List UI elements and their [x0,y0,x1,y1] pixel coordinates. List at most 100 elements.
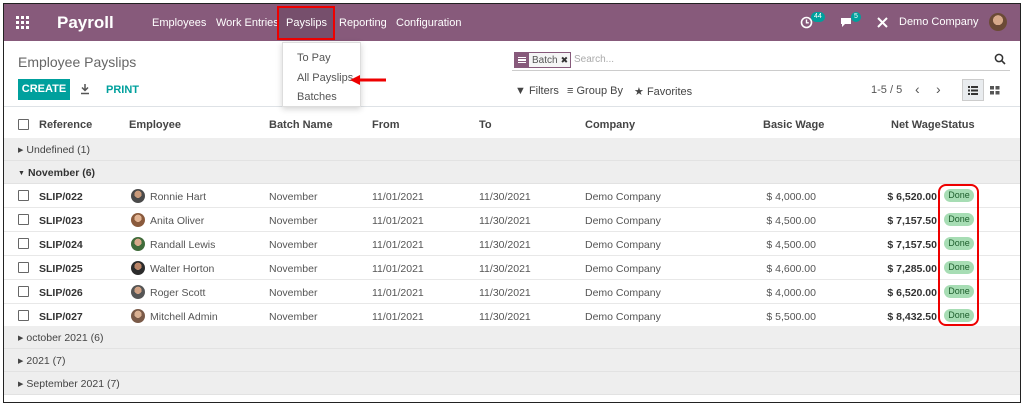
group-by-button[interactable]: ≡ Group By [567,85,623,97]
table-row[interactable]: SLIP/027 Mitchell Admin November 11/01/2021… [4,304,1020,328]
dropdown-item-all-payslips[interactable]: All Payslips [297,72,353,84]
create-button[interactable]: CREATE [18,79,70,100]
group-row-november[interactable]: ▼ November (6) [4,161,1020,184]
group-row-undefined[interactable]: ▶ Undefined (1) [4,138,1020,161]
dropdown-item-batches[interactable]: Batches [297,91,337,103]
table-row[interactable]: SLIP/023 Anita Oliver November 11/01/2021 11… [4,208,1020,232]
search-icon[interactable] [994,53,1006,65]
column-net-wage[interactable]: Net Wage [891,119,941,131]
app-title[interactable]: Payroll [57,13,114,33]
cell-employee[interactable]: Mitchell Admin [150,311,218,323]
column-status[interactable]: Status [941,119,975,131]
column-company[interactable]: Company [585,119,635,131]
column-batch-name[interactable]: Batch Name [269,119,333,131]
cell-employee[interactable]: Ronnie Hart [150,191,206,203]
print-button[interactable]: PRINT [106,84,139,96]
cell-company[interactable]: Demo Company [585,215,661,227]
activity-count-badge: 44 [811,12,825,22]
menu-reporting[interactable]: Reporting [339,17,387,29]
page-title: Employee Payslips [18,54,137,70]
select-all-checkbox[interactable] [18,119,29,130]
employee-avatar [131,237,145,251]
menu-configuration[interactable]: Configuration [396,17,461,29]
caret-right-icon: ▶ [18,381,24,388]
row-checkbox[interactable] [18,214,29,225]
search-bar: Batch ✖ Search... [512,49,1010,71]
cell-batch-name[interactable]: November [269,191,317,203]
cell-net-wage: $ 7,285.00 [887,263,937,275]
employee-avatar [131,309,145,323]
column-to[interactable]: To [479,119,492,131]
pager-value[interactable]: 1-5 / 5 [871,84,902,96]
caret-right-icon: ▶ [18,358,24,365]
filters-label: Filters [528,85,559,97]
column-reference[interactable]: Reference [39,119,92,131]
filter-icon: ▼ [515,85,526,97]
search-input[interactable]: Search... [574,54,614,65]
favorites-button[interactable]: ★ Favorites [634,85,692,98]
column-employee[interactable]: Employee [129,119,181,131]
company-switcher[interactable]: Demo Company [899,16,978,28]
table-header: Reference Employee Batch Name From To Co… [4,108,1020,141]
table-row[interactable]: SLIP/025 Walter Horton November 11/01/2021 1… [4,256,1020,280]
cell-batch-name[interactable]: November [269,311,317,323]
pager-next-icon[interactable]: › [936,81,941,97]
cell-reference: SLIP/024 [39,239,83,251]
cell-batch-name[interactable]: November [269,239,317,251]
group-label: ▶ october 2021 (6) [18,332,104,344]
table-row[interactable]: SLIP/022 Ronnie Hart November 11/01/2021 11/… [4,184,1020,208]
row-checkbox[interactable] [18,190,29,201]
cell-employee[interactable]: Randall Lewis [150,239,215,251]
cell-reference: SLIP/025 [39,263,83,275]
row-checkbox[interactable] [18,310,29,321]
cell-reference: SLIP/027 [39,311,83,323]
pager-previous-icon[interactable]: ‹ [915,81,920,97]
cell-reference: SLIP/022 [39,191,83,203]
cell-employee[interactable]: Roger Scott [150,287,205,299]
menu-work-entries[interactable]: Work Entries [216,17,279,29]
cell-employee[interactable]: Walter Horton [150,263,214,275]
apps-menu-icon[interactable] [16,16,29,29]
control-panel: Employee Payslips CREATE PRINT Batch ✖ S… [4,41,1020,107]
row-checkbox[interactable] [18,286,29,297]
cell-company[interactable]: Demo Company [585,239,661,251]
group-label: ▶ 2021 (7) [18,355,66,367]
status-column-highlight [938,184,979,326]
cell-batch-name[interactable]: November [269,263,317,275]
group-row-october-2021[interactable]: ▶ october 2021 (6) [4,326,1020,349]
cell-to: 11/30/2021 [479,287,531,299]
column-basic-wage[interactable]: Basic Wage [763,119,824,131]
group-label: ▼ November (6) [18,167,96,179]
dropdown-item-to-pay[interactable]: To Pay [297,52,331,64]
cell-company[interactable]: Demo Company [585,191,661,203]
table-row[interactable]: SLIP/026 Roger Scott November 11/01/2021 11/… [4,280,1020,304]
group-row-2021[interactable]: ▶ 2021 (7) [4,349,1020,372]
column-from[interactable]: From [372,119,400,131]
employee-avatar [131,261,145,275]
cell-company[interactable]: Demo Company [585,311,661,323]
caret-right-icon: ▶ [18,147,24,154]
cell-basic-wage: $ 5,500.00 [766,311,816,323]
cell-to: 11/30/2021 [479,239,531,251]
row-checkbox[interactable] [18,262,29,273]
group-row-september-2021[interactable]: ▶ September 2021 (7) [4,372,1020,395]
row-checkbox[interactable] [18,238,29,249]
filters-button[interactable]: ▼ Filters [515,85,559,97]
cell-company[interactable]: Demo Company [585,263,661,275]
kanban-view-icon[interactable] [988,83,1002,97]
cell-company[interactable]: Demo Company [585,287,661,299]
user-avatar[interactable] [989,13,1007,31]
table-row[interactable]: SLIP/024 Randall Lewis November 11/01/2021 1… [4,232,1020,256]
debug-tools-icon[interactable] [877,17,888,28]
cell-reference: SLIP/023 [39,215,83,227]
download-icon[interactable] [80,83,90,95]
menu-employees[interactable]: Employees [152,17,206,29]
cell-batch-name[interactable]: November [269,287,317,299]
remove-facet-icon[interactable]: ✖ [561,55,571,66]
cell-net-wage: $ 7,157.50 [887,239,937,251]
cell-employee[interactable]: Anita Oliver [150,215,204,227]
menu-payslips[interactable]: Payslips [286,17,327,29]
list-view-button[interactable] [962,79,984,101]
cell-from: 11/01/2021 [372,239,424,251]
cell-batch-name[interactable]: November [269,215,317,227]
